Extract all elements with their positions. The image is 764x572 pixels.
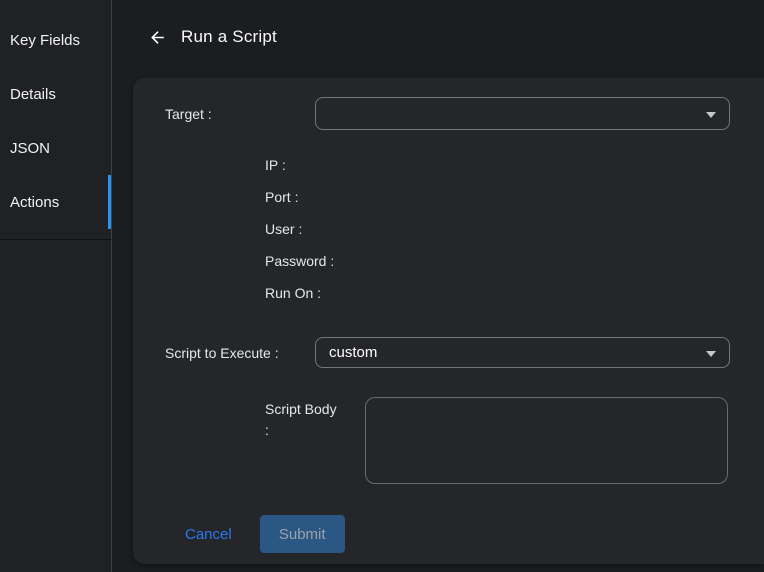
script-select[interactable]: custom xyxy=(315,337,730,368)
active-tab-indicator xyxy=(108,175,111,229)
script-to-execute-row: Script to Execute : custom xyxy=(165,337,730,368)
run-on-label: Run On : xyxy=(265,277,334,309)
submit-button[interactable]: Submit xyxy=(260,515,345,553)
ip-label: IP : xyxy=(265,149,334,181)
target-select[interactable] xyxy=(315,97,730,130)
script-body-label: Script Body : xyxy=(265,399,337,441)
port-label: Port : xyxy=(265,181,334,213)
sidebar-tab-list: Key Fields Details JSON Actions xyxy=(0,0,111,240)
sidebar-item-label: Details xyxy=(10,86,56,103)
sidebar-item-actions[interactable]: Actions xyxy=(0,175,111,229)
sidebar-item-json[interactable]: JSON xyxy=(0,121,111,175)
password-label: Password : xyxy=(265,245,334,277)
sidebar: Key Fields Details JSON Actions xyxy=(0,0,112,572)
sidebar-item-label: Key Fields xyxy=(10,32,80,49)
target-row: Target : xyxy=(165,97,730,130)
main-content: Run a Script Target : IP : Port : User :… xyxy=(112,0,764,572)
run-script-page: Key Fields Details JSON Actions Run a Sc… xyxy=(0,0,764,572)
target-detail-labels: IP : Port : User : Password : Run On : xyxy=(265,149,334,309)
form-card: Target : IP : Port : User : Password : R… xyxy=(133,78,764,564)
script-body-textarea[interactable] xyxy=(365,397,728,484)
back-button[interactable] xyxy=(145,25,169,49)
page-title: Run a Script xyxy=(181,27,277,47)
sidebar-item-label: Actions xyxy=(10,194,59,211)
chevron-down-icon xyxy=(706,112,716,118)
form-actions: Cancel Submit xyxy=(185,515,345,553)
cancel-button[interactable]: Cancel xyxy=(185,526,232,543)
sidebar-item-key-fields[interactable]: Key Fields xyxy=(0,13,111,67)
page-header: Run a Script xyxy=(112,0,764,78)
target-label: Target : xyxy=(165,106,315,122)
chevron-down-icon xyxy=(706,351,716,357)
user-label: User : xyxy=(265,213,334,245)
sidebar-item-details[interactable]: Details xyxy=(0,67,111,121)
script-select-value: custom xyxy=(329,344,377,361)
arrow-back-icon xyxy=(148,28,167,47)
script-to-execute-label: Script to Execute : xyxy=(165,345,315,361)
sidebar-item-label: JSON xyxy=(10,140,50,157)
